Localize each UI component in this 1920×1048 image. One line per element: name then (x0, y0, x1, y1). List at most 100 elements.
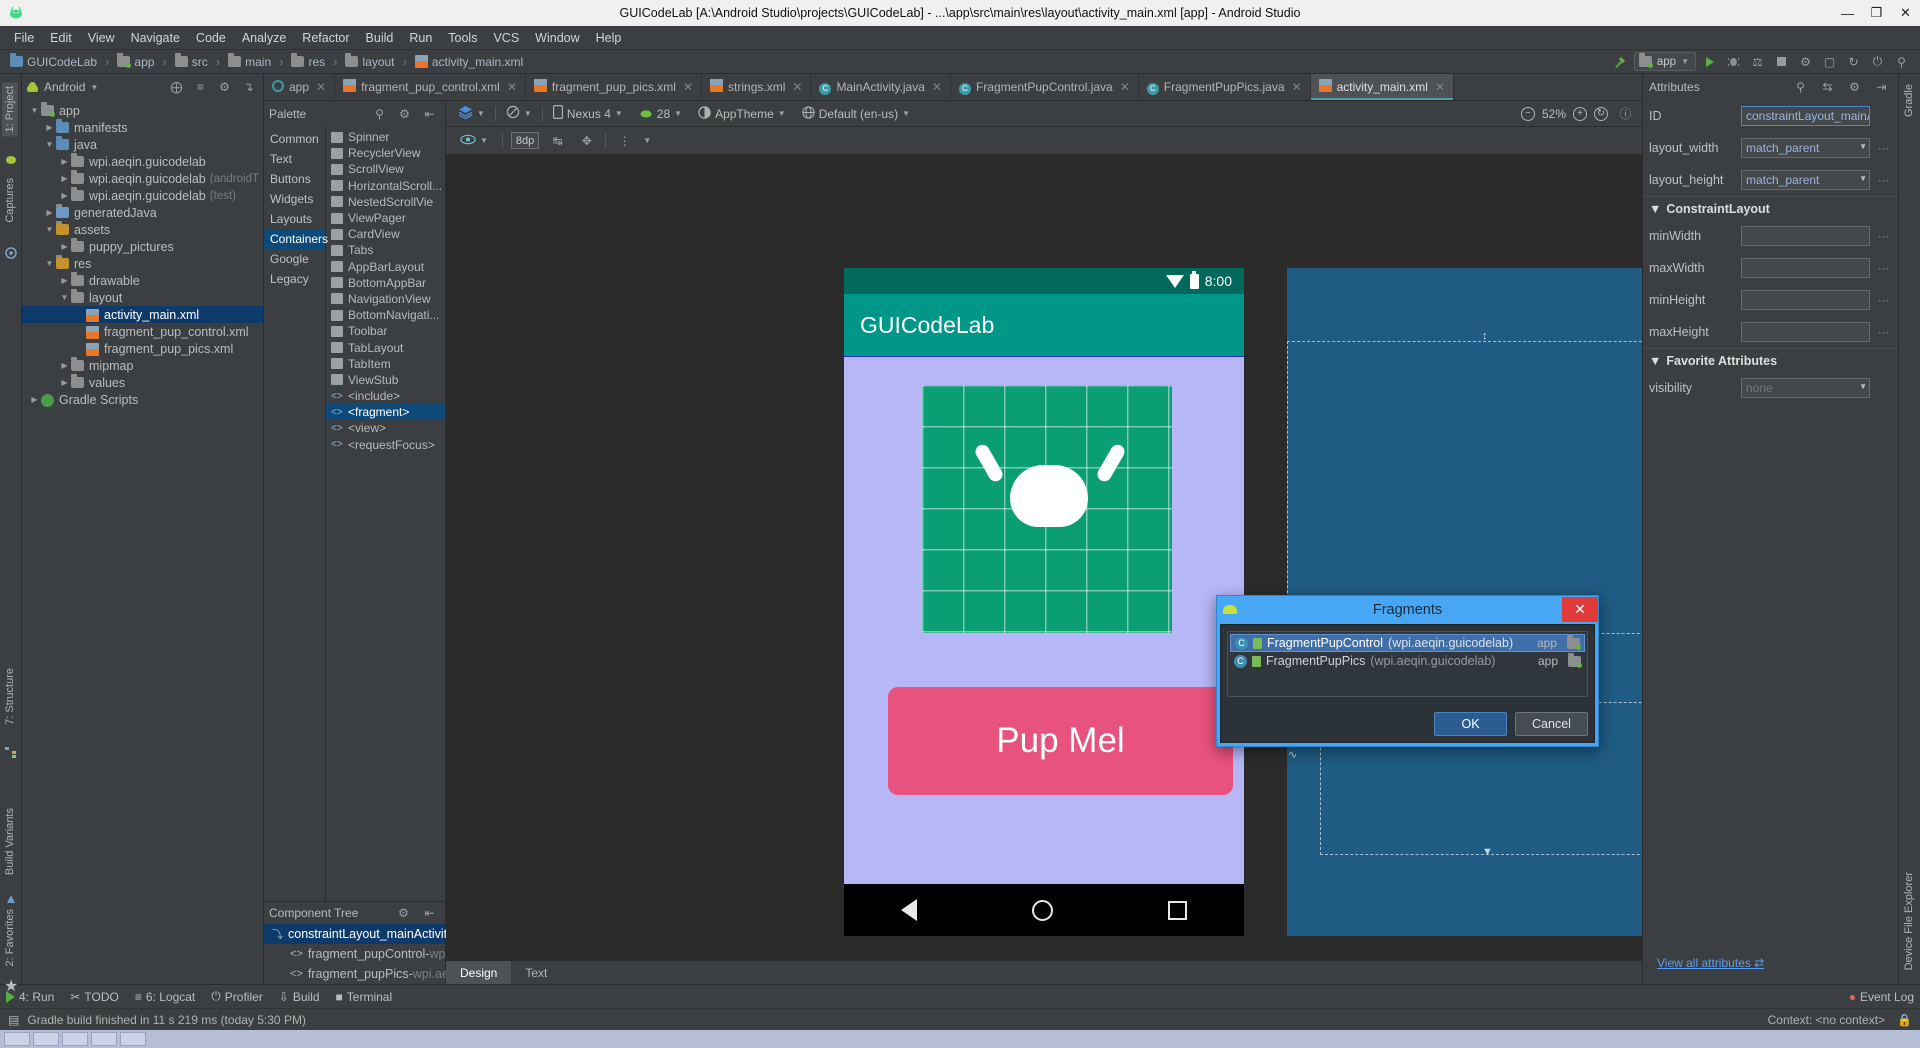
tree-item[interactable]: ▶ wpi.aeqin.guicodelab (androidT (22, 169, 263, 187)
hide-icon[interactable]: ⇤ (419, 104, 440, 124)
visibility-toggle[interactable]: ▼ (454, 132, 494, 150)
close-icon[interactable]: ✕ (1120, 80, 1130, 94)
device-preview[interactable]: 8:00 GUICodeLab Pup Mel (844, 268, 1244, 936)
fragment-list-item[interactable]: C FragmentPupPics (wpi.aeqin.guicodelab) ap… (1230, 652, 1585, 670)
editor-tab[interactable]: C FragmentPupPics.java ✕ (1139, 74, 1311, 100)
chevron-down-icon[interactable]: ▼ (43, 259, 56, 268)
zoom-in-icon[interactable]: + (1573, 106, 1587, 121)
attribute-value-field[interactable] (1741, 258, 1870, 278)
menu-file[interactable]: File (6, 28, 42, 48)
chevron-right-icon[interactable]: ▶ (58, 361, 71, 370)
palette-category-buttons[interactable]: Buttons (264, 169, 325, 189)
gear-icon[interactable]: ⚙ (1844, 77, 1865, 97)
attribute-value-field[interactable] (1741, 226, 1870, 246)
bottom-tab-profiler[interactable]: ⏻ Profiler (211, 989, 263, 1004)
nav-recents-icon[interactable] (1167, 900, 1187, 920)
attribute-more-button[interactable]: ⋯ (1876, 142, 1892, 155)
editor-tab[interactable]: C MainActivity.java ✕ (811, 74, 951, 100)
attribute-value-field[interactable]: match_parent ▼ (1741, 170, 1870, 190)
bottom-tab-todo[interactable]: ✂ TODO (70, 990, 119, 1004)
align-icon[interactable]: ✥ (576, 131, 597, 151)
tree-item[interactable]: ▼ res (22, 254, 263, 272)
close-icon[interactable]: ✕ (1435, 80, 1445, 94)
attribute-more-button[interactable]: ⋯ (1876, 174, 1892, 187)
menu-tools[interactable]: Tools (440, 28, 485, 48)
gear-icon[interactable]: ⚙ (394, 104, 415, 124)
sidebar-tab-build-variants[interactable]: Build Variants (2, 804, 18, 879)
sidebar-tab-device-file-explorer[interactable]: Device File Explorer (1901, 868, 1917, 974)
tree-item[interactable]: ▶ wpi.aeqin.guicodelab (test) (22, 186, 263, 204)
tree-item[interactable]: activity_main.xml (22, 306, 263, 323)
chevron-right-icon[interactable]: ▶ (58, 242, 71, 251)
project-view-selector[interactable]: Android ▼ (26, 80, 98, 94)
orientation-group[interactable]: ▼ (500, 105, 538, 122)
collapse-all-icon[interactable]: ≡ (190, 77, 211, 97)
hide-icon[interactable]: ⇤ (419, 903, 440, 923)
tab-text[interactable]: Text (511, 961, 561, 984)
tree-item[interactable]: ▶ manifests (22, 118, 263, 136)
palette-item[interactable]: RecyclerView (326, 145, 445, 161)
run-configuration-selector[interactable]: app ▼ (1633, 52, 1696, 71)
locale-selector[interactable]: Default (en-us) ▼ (796, 105, 916, 122)
chevron-down-icon[interactable]: ▼ (58, 293, 71, 302)
attribute-value-field[interactable]: none ▼ (1741, 378, 1870, 398)
component-tree-node[interactable]: <> fragment_pupPics- wpi.aeqi... (264, 964, 469, 984)
taskbar-item[interactable] (91, 1032, 117, 1046)
attribute-more-button[interactable]: ⋯ (1876, 230, 1892, 243)
tree-item[interactable]: fragment_pup_control.xml (22, 323, 263, 340)
attribute-value-field[interactable] (1741, 322, 1870, 342)
breadcrumb-item-layout[interactable]: layout (329, 53, 398, 70)
chevron-right-icon[interactable]: ▶ (58, 157, 71, 166)
tree-item[interactable]: ▼ java (22, 135, 263, 153)
palette-item[interactable]: BottomNavigati... (326, 307, 445, 323)
chevron-down-icon[interactable]: ▼ (1859, 174, 1867, 183)
close-icon[interactable]: ✕ (792, 80, 802, 94)
chevron-down-icon[interactable]: ▼ (43, 140, 56, 149)
sidebar-tab-project[interactable]: 1: Project (2, 82, 18, 137)
maximize-button[interactable]: ❐ (1862, 0, 1891, 26)
taskbar-item[interactable] (120, 1032, 146, 1046)
palette-item[interactable]: HorizontalScroll... (326, 178, 445, 194)
chevron-down-icon[interactable]: ▼ (43, 225, 56, 234)
lock-icon[interactable]: 🔒 (1897, 1013, 1912, 1027)
chevron-right-icon[interactable]: ▶ (43, 123, 56, 132)
close-icon[interactable]: ✕ (1562, 597, 1598, 622)
component-tree-node[interactable]: <>fragment_pupControl- wpi.a... (264, 944, 469, 964)
menu-run[interactable]: Run (401, 28, 440, 48)
close-icon[interactable]: ✕ (683, 80, 693, 94)
bottom-tab-logcat[interactable]: ≡ 6: Logcat (135, 990, 195, 1004)
breadcrumb-item-res[interactable]: res (275, 53, 329, 70)
expand-all-icon[interactable]: ⨁ (166, 77, 187, 97)
menu-navigate[interactable]: Navigate (123, 28, 188, 48)
palette-category-list[interactable]: Common Text Buttons Widgets Layouts Container… (264, 127, 328, 901)
breadcrumb-item-main[interactable]: main (212, 53, 275, 70)
search-icon[interactable]: ⚲ (1790, 77, 1811, 97)
breadcrumb-item-project[interactable]: GUICodeLab (6, 53, 101, 70)
breadcrumb-item-src[interactable]: src (158, 53, 211, 70)
chevron-down-icon[interactable]: ▼ (28, 106, 41, 115)
project-tree[interactable]: ▼ app ▶ manifests ▼ java ▶ wpi.aeqin.guicodelab… (22, 100, 263, 984)
device-selector[interactable]: Nexus 4 ▼ (547, 105, 629, 122)
menu-analyze[interactable]: Analyze (234, 28, 294, 48)
attributes-section-favorites[interactable]: ▼ Favorite Attributes (1643, 348, 1898, 372)
cancel-button[interactable]: Cancel (1515, 712, 1588, 736)
fragments-dialog[interactable]: Fragments ✕ C FragmentPupControl (wpi.aeqi… (1216, 595, 1599, 747)
tree-item[interactable]: fragment_pup_pics.xml (22, 340, 263, 357)
palette-item[interactable]: Toolbar (326, 323, 445, 339)
tree-item[interactable]: ▼ assets (22, 220, 263, 238)
menu-refactor[interactable]: Refactor (294, 28, 357, 48)
gear-icon[interactable]: ⚙ (214, 77, 235, 97)
fragment-list[interactable]: C FragmentPupControl (wpi.aeqin.guicodelab… (1227, 631, 1588, 697)
sidebar-tab-captures[interactable]: Captures (2, 174, 18, 227)
sidebar-tab-structure[interactable]: 7: Structure (2, 664, 18, 729)
pup-mel-button[interactable]: Pup Mel (888, 687, 1233, 795)
menu-help[interactable]: Help (588, 28, 630, 48)
view-mode-group[interactable]: ▼ (452, 105, 491, 122)
menu-window[interactable]: Window (527, 28, 587, 48)
attribute-value-field[interactable]: constraintLayout_mainA (1741, 106, 1870, 126)
nav-back-icon[interactable] (901, 899, 918, 921)
chevron-right-icon[interactable]: ▶ (58, 174, 71, 183)
tree-item[interactable]: ▼ app (22, 101, 263, 119)
zoom-out-icon[interactable]: − (1520, 106, 1535, 121)
palette-category-text[interactable]: Text (264, 149, 325, 169)
